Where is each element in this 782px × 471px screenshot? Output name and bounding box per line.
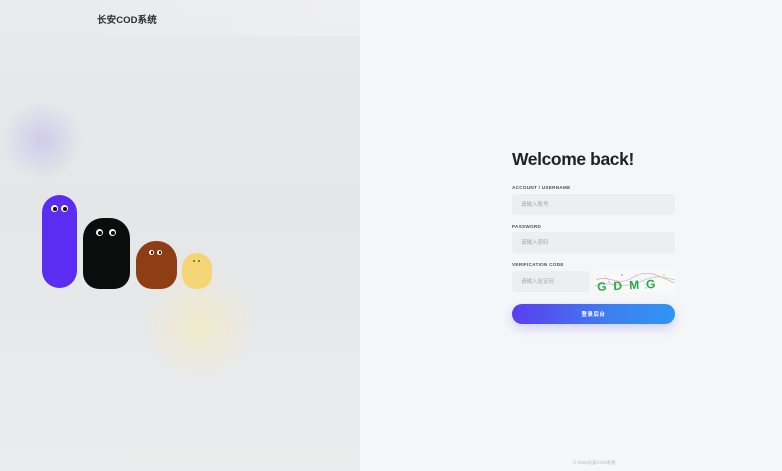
- character-brown: [136, 241, 177, 289]
- illustration-panel: 长安COD系统: [0, 0, 360, 471]
- eye-icon: [51, 205, 58, 212]
- top-strip: [0, 0, 360, 36]
- account-input[interactable]: [512, 194, 675, 215]
- eye-icon: [149, 250, 154, 255]
- password-input[interactable]: [512, 232, 675, 253]
- eye-icon: [109, 229, 116, 236]
- eye-icon: [61, 205, 68, 212]
- captcha-image[interactable]: GDMG: [594, 271, 675, 292]
- character-purple: [42, 195, 77, 288]
- captcha-text: GDMG: [597, 277, 663, 292]
- page-title: Welcome back!: [512, 149, 634, 169]
- account-label: ACCOUNT / USERNAME: [512, 185, 571, 190]
- footer-copyright: © 2026长安COD系统: [573, 460, 616, 465]
- login-form: Welcome back! ACCOUNT / USERNAME PASSWOR…: [512, 148, 675, 324]
- decor-blob-purple: [2, 100, 82, 180]
- eye-icon: [157, 250, 162, 255]
- captcha-graphic: GDMG: [594, 272, 675, 292]
- eye-icon: [197, 259, 201, 263]
- verification-code-input[interactable]: [512, 271, 590, 292]
- character-black: [83, 218, 130, 289]
- password-label: PASSWORD: [512, 224, 542, 229]
- brand-title: 长安COD系统: [97, 15, 157, 26]
- character-yellow: [182, 253, 212, 289]
- login-button[interactable]: 登录后台: [512, 304, 675, 324]
- eye-icon: [192, 259, 196, 263]
- verification-code-label: VERIFICATION CODE: [512, 262, 564, 267]
- eye-icon: [96, 229, 103, 236]
